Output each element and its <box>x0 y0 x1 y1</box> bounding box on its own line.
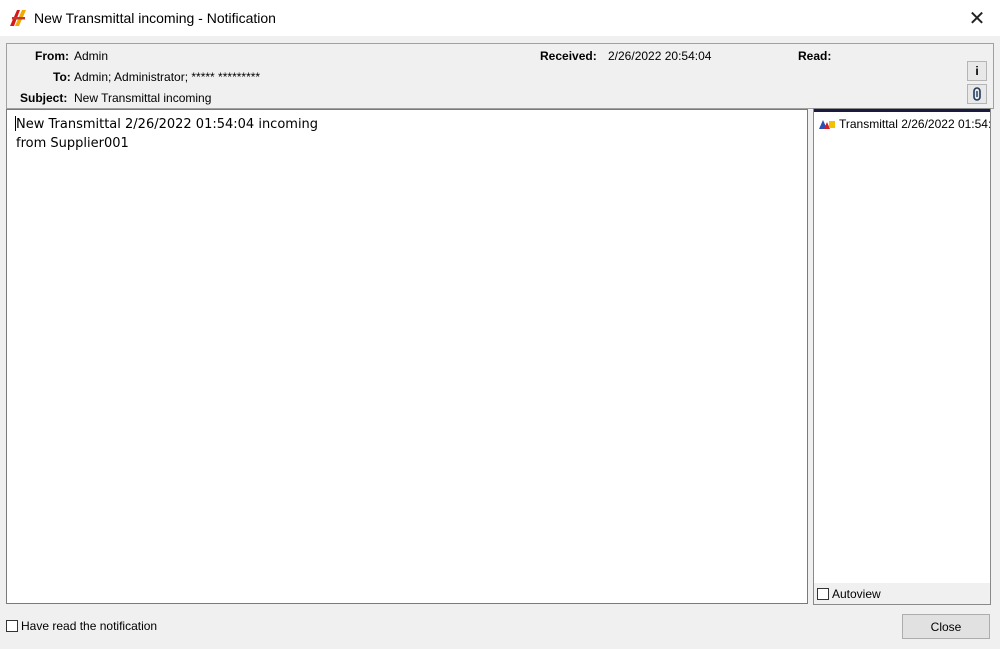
info-icon: i <box>975 64 979 78</box>
attachment-item-label: Transmittal 2/26/2022 01:54:04 <box>839 117 991 131</box>
close-button[interactable]: Close <box>902 614 990 639</box>
received-value: 2/26/2022 20:54:04 <box>608 49 712 63</box>
message-header: From: Admin To: Admin; Administrator; **… <box>6 43 994 109</box>
window-title: New Transmittal incoming - Notification <box>34 10 276 26</box>
to-label: To: <box>53 70 71 84</box>
attachments-header-bar <box>814 109 990 112</box>
close-icon: ✕ <box>968 7 986 30</box>
info-button[interactable]: i <box>967 61 987 81</box>
attachment-item[interactable]: Transmittal 2/26/2022 01:54:04 <box>818 117 991 131</box>
from-label: From: <box>35 49 69 63</box>
autoview-row: Autoview <box>814 583 990 604</box>
attachments-pane[interactable]: Transmittal 2/26/2022 01:54:04 Autoview <box>813 108 991 605</box>
close-button-label: Close <box>930 619 962 634</box>
paperclip-icon <box>973 87 981 101</box>
autoview-label: Autoview <box>832 586 881 601</box>
subject-value: New Transmittal incoming <box>74 91 212 105</box>
autoview-checkbox[interactable] <box>817 587 829 600</box>
to-value: Admin; Administrator; ***** ********* <box>74 70 261 84</box>
message-body-text: New Transmittal 2/26/2022 01:54:04 incom… <box>16 117 319 151</box>
read-label: Read: <box>798 49 832 63</box>
message-body-pane[interactable]: New Transmittal 2/26/2022 01:54:04 incom… <box>6 109 808 604</box>
window-close-button[interactable]: ✕ <box>954 0 1000 36</box>
have-read-label: Have read the notification <box>21 619 158 633</box>
app-logo-icon <box>10 10 26 26</box>
attachments-button[interactable] <box>967 84 987 104</box>
have-read-checkbox[interactable] <box>6 620 18 632</box>
received-label: Received: <box>540 49 597 63</box>
transmittal-icon <box>819 120 835 129</box>
from-value: Admin <box>74 49 109 63</box>
have-read-row: Have read the notification <box>6 619 157 633</box>
title-bar: New Transmittal incoming - Notification … <box>0 0 1000 36</box>
subject-label: Subject: <box>20 91 68 105</box>
